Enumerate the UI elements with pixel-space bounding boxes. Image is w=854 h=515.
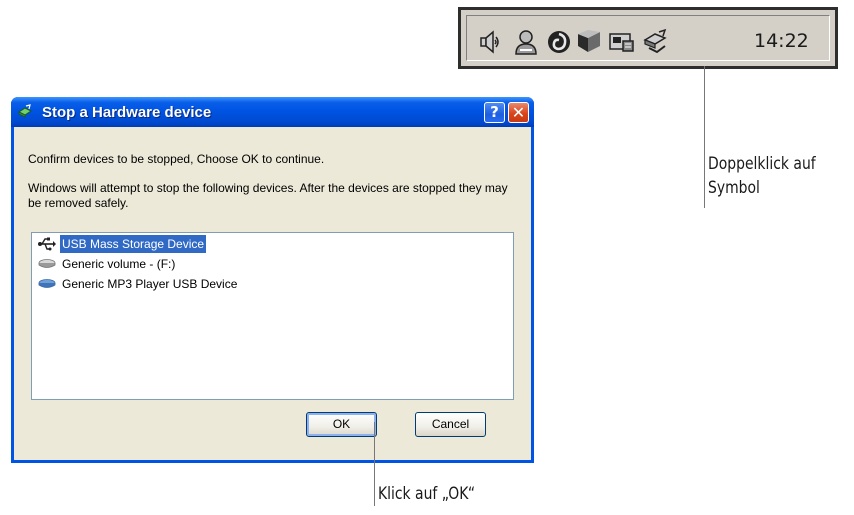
drive-icon <box>38 259 56 268</box>
device-list[interactable]: USB Mass Storage Device Generic volume -… <box>31 232 514 400</box>
device-label-usb-mass-storage: USB Mass Storage Device <box>60 235 207 253</box>
dialog-title: Stop a Hardware device <box>42 104 212 121</box>
tray-callout-text: Doppelklick auf Symbol <box>708 152 816 200</box>
ok-callout-line <box>374 422 375 506</box>
stop-explanation: Windows will attempt to stop the followi… <box>28 181 508 210</box>
close-button[interactable]: ✕ <box>508 102 529 123</box>
network-icon[interactable] <box>575 28 603 56</box>
hardware-app-icon <box>18 104 32 118</box>
usb-icon <box>38 237 56 251</box>
device-label-generic-volume: Generic volume - (F:) <box>62 257 176 271</box>
tray-inner-panel: 14:22 <box>466 15 830 61</box>
tray-callout-line <box>704 66 705 208</box>
system-tray: 14:22 <box>458 7 838 69</box>
help-button[interactable]: ? <box>484 102 505 123</box>
tray-callout-line1: Doppelklick auf <box>708 154 816 174</box>
tray-callout-line2: Symbol <box>708 178 760 198</box>
user-icon[interactable] <box>512 28 540 56</box>
device-label-mp3-player: Generic MP3 Player USB Device <box>62 277 238 291</box>
drive-icon <box>38 279 56 288</box>
swirl-icon[interactable] <box>545 28 573 56</box>
stop-hardware-dialog: Stop a Hardware device ? ✕ Confirm devic… <box>11 97 534 463</box>
dialog-titlebar[interactable]: Stop a Hardware device ? ✕ <box>11 97 534 127</box>
safely-remove-hardware-icon[interactable] <box>641 28 669 56</box>
pc-card-icon[interactable] <box>607 28 635 56</box>
tray-clock[interactable]: 14:22 <box>754 30 809 52</box>
cancel-button[interactable]: Cancel <box>415 412 486 437</box>
ok-button[interactable]: OK <box>306 412 377 437</box>
dialog-client-area: Confirm devices to be stopped, Choose OK… <box>14 127 531 460</box>
speaker-icon[interactable] <box>475 28 503 56</box>
confirm-message: Confirm devices to be stopped, Choose OK… <box>28 152 325 166</box>
ok-callout-text: Klick auf „OK“ <box>378 484 476 504</box>
